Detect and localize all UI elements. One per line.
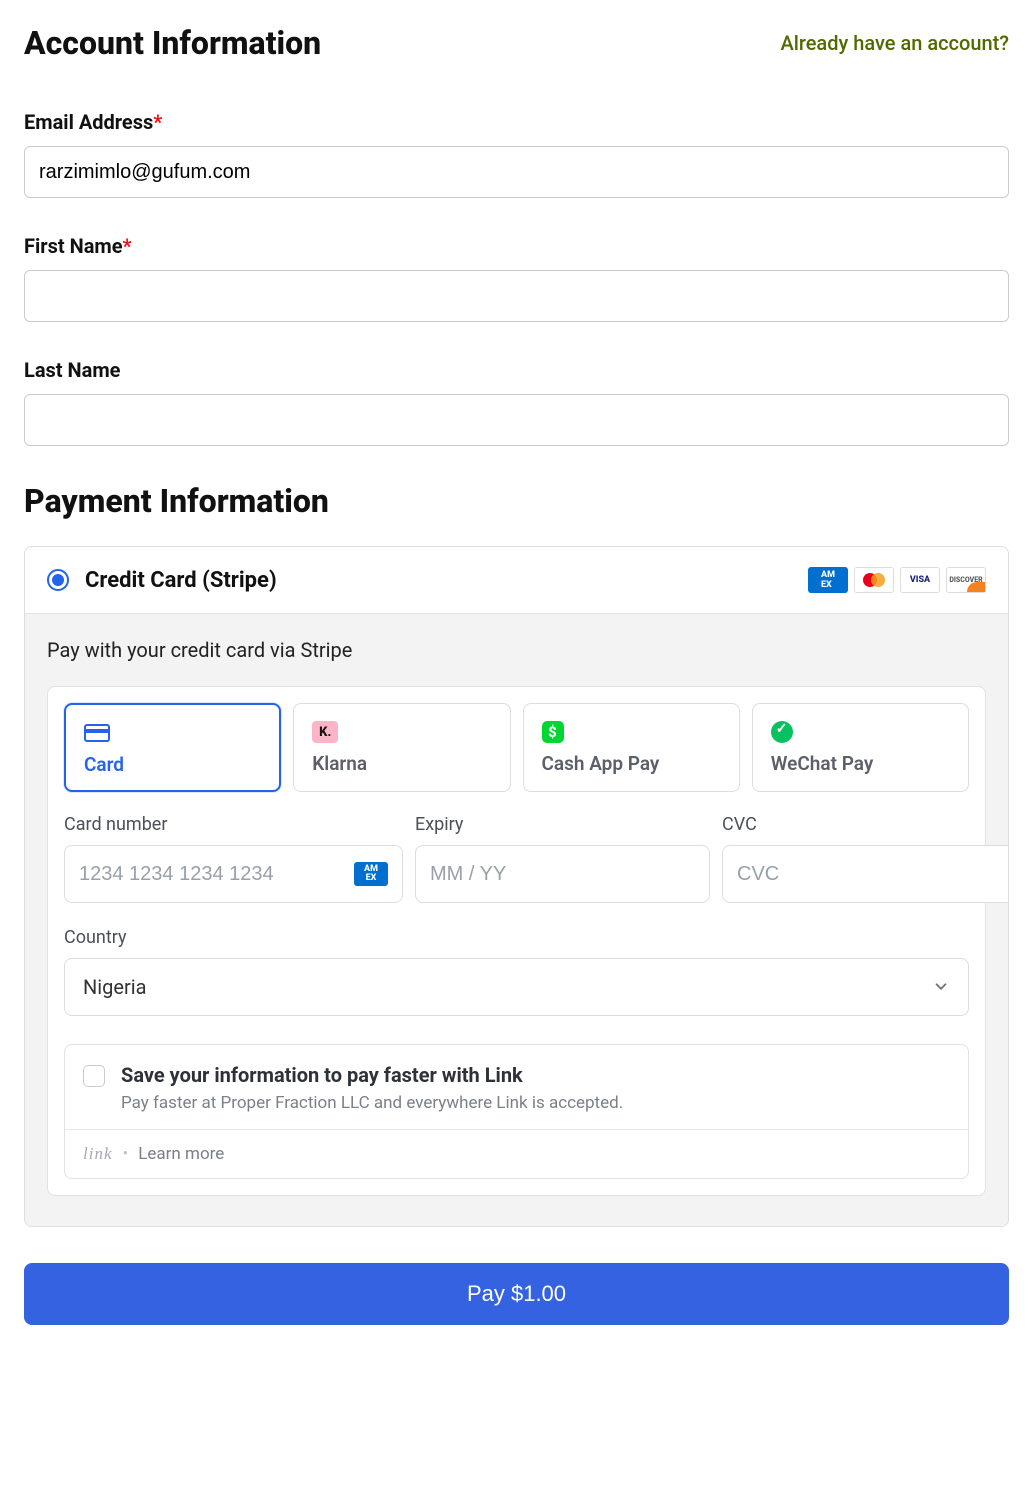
last-name-field[interactable] xyxy=(24,394,1009,446)
account-info-heading: Account Information xyxy=(24,24,321,62)
tab-wechat-label: WeChat Pay xyxy=(771,752,950,775)
tab-card[interactable]: Card xyxy=(64,703,281,792)
last-name-label: Last Name xyxy=(24,358,1009,382)
pay-button[interactable]: Pay $1.00 xyxy=(24,1263,1009,1325)
country-value: Nigeria xyxy=(83,975,147,999)
separator-dot: • xyxy=(123,1144,129,1164)
cvc-input[interactable] xyxy=(737,863,1002,886)
first-name-label: First Name* xyxy=(24,234,1009,258)
expiry-input[interactable] xyxy=(430,863,695,886)
save-link-title: Save your information to pay faster with… xyxy=(121,1063,623,1087)
link-logo-icon: link xyxy=(83,1144,113,1164)
amex-icon: AMEX xyxy=(808,567,848,593)
email-field[interactable] xyxy=(24,146,1009,198)
tab-klarna-label: Klarna xyxy=(312,752,491,775)
country-label: Country xyxy=(64,927,969,948)
learn-more-link[interactable]: Learn more xyxy=(138,1144,224,1164)
visa-icon: VISA xyxy=(900,567,940,593)
save-link-box: Save your information to pay faster with… xyxy=(64,1044,969,1179)
klarna-icon: K. xyxy=(312,721,338,743)
country-select[interactable]: Nigeria xyxy=(64,958,969,1016)
tab-cashapp-label: Cash App Pay xyxy=(542,752,721,775)
discover-icon: DISCOVER xyxy=(946,567,986,593)
chevron-down-icon xyxy=(932,978,950,996)
mastercard-icon xyxy=(854,567,894,593)
payment-method-radio[interactable] xyxy=(47,569,69,591)
payment-description: Pay with your credit card via Stripe xyxy=(47,638,986,662)
first-name-field[interactable] xyxy=(24,270,1009,322)
card-number-input[interactable] xyxy=(79,863,344,886)
save-link-subtitle: Pay faster at Proper Fraction LLC and ev… xyxy=(121,1093,623,1113)
save-link-checkbox[interactable] xyxy=(83,1065,105,1087)
cvc-label: CVC xyxy=(722,814,1009,835)
already-have-account-link[interactable]: Already have an account? xyxy=(780,31,1009,55)
payment-card: Credit Card (Stripe) AMEX VISA DISCOVER … xyxy=(24,546,1009,1227)
expiry-label: Expiry xyxy=(415,814,710,835)
email-label: Email Address* xyxy=(24,110,1009,134)
tab-cashapp[interactable]: $ Cash App Pay xyxy=(523,703,740,792)
cashapp-icon: $ xyxy=(542,721,564,743)
amex-card-icon: AMEX xyxy=(354,862,388,886)
card-icon xyxy=(84,724,110,742)
card-number-label: Card number xyxy=(64,814,403,835)
payment-method-label: Credit Card (Stripe) xyxy=(85,568,277,593)
tab-klarna[interactable]: K. Klarna xyxy=(293,703,510,792)
payment-info-heading: Payment Information xyxy=(24,482,1009,520)
wechat-icon xyxy=(771,721,793,743)
tab-wechat[interactable]: WeChat Pay xyxy=(752,703,969,792)
tab-card-label: Card xyxy=(84,753,261,776)
